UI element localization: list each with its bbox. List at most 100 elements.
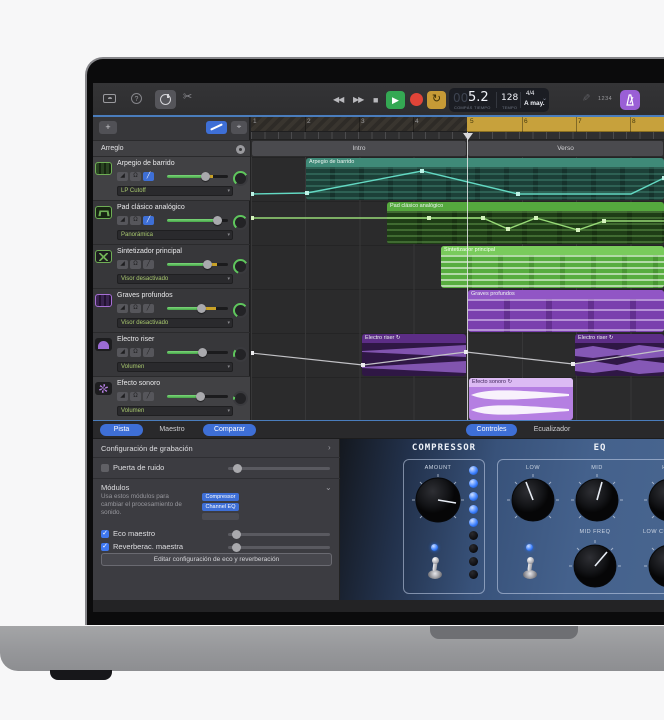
volume-slider[interactable] <box>167 395 228 398</box>
edit-echo-reverb-button[interactable]: Editar configuración de eco y reverberac… <box>101 553 332 566</box>
automation-button[interactable]: ╱ <box>143 260 154 269</box>
master-reverb-slider[interactable] <box>228 546 330 549</box>
record-button[interactable] <box>410 93 423 106</box>
mute-button[interactable]: ◢ <box>117 392 128 401</box>
mute-button[interactable]: ◢ <box>117 216 128 225</box>
arrangement-marker-intro[interactable]: Intro <box>252 141 466 156</box>
measure-number: 6 <box>524 118 528 125</box>
volume-slider[interactable] <box>167 307 228 310</box>
smart-controls-button[interactable] <box>155 90 176 109</box>
mute-button[interactable]: ◢ <box>117 304 128 313</box>
mid-knob[interactable] <box>570 473 624 527</box>
master-echo-checkbox[interactable]: ✓ <box>101 530 109 538</box>
playhead[interactable] <box>467 132 468 421</box>
count-in-button[interactable]: 1234 <box>598 96 612 102</box>
rewind-button[interactable]: ◀◀ <box>333 91 343 109</box>
automation-button[interactable]: ╱ <box>143 304 154 313</box>
pan-knob[interactable] <box>233 215 248 230</box>
playhead-marker[interactable] <box>463 133 473 140</box>
lcd-position: 5.2 <box>468 90 489 105</box>
chevron-down-icon[interactable]: ⌄ <box>325 483 332 492</box>
volume-slider[interactable] <box>167 219 228 222</box>
timeline[interactable]: 1 2 3 4 5 6 7 8 Intro Verso Arpegio de b… <box>251 117 664 421</box>
forward-button[interactable]: ▶▶ <box>353 91 363 109</box>
modules-section[interactable]: Módulos <box>101 483 129 492</box>
amount-knob[interactable] <box>411 473 465 527</box>
lcd-chevron-icon[interactable]: ⌄ <box>542 95 547 102</box>
ruler-ticks[interactable] <box>251 132 664 140</box>
solo-button[interactable]: Ω <box>130 172 141 181</box>
stop-button[interactable]: ■ <box>373 91 377 109</box>
cycle-button[interactable]: ↻ <box>427 91 446 109</box>
compressor-module-button[interactable]: Compressor <box>202 493 239 501</box>
volume-slider[interactable] <box>167 263 228 266</box>
track-row[interactable]: Arpegio de barrido ◢ Ω ╱ LP Cutoff▾ <box>93 157 250 201</box>
volume-slider[interactable] <box>167 175 228 178</box>
media-browser-icon[interactable] <box>103 94 116 103</box>
quick-help-icon[interactable]: ? <box>131 93 142 104</box>
editors-scissors-icon[interactable]: ✂ <box>183 92 192 102</box>
empty-module-slot[interactable] <box>202 513 239 520</box>
tab-pista[interactable]: Pista <box>100 424 143 436</box>
solo-button[interactable]: Ω <box>130 348 141 357</box>
automation-button[interactable]: ╱ <box>143 392 154 401</box>
tab-comparar[interactable]: Comparar <box>203 424 256 436</box>
automation-view-button[interactable] <box>206 121 227 134</box>
track-row[interactable]: Sintetizador principal ◢ Ω ╱ Visor desac… <box>93 245 250 289</box>
solo-button[interactable]: Ω <box>130 260 141 269</box>
automation-button[interactable]: ╱ <box>143 172 154 181</box>
metronome-button[interactable] <box>620 90 640 110</box>
pan-knob[interactable] <box>233 303 248 318</box>
high-knob[interactable] <box>643 473 664 527</box>
solo-button[interactable]: Ω <box>130 304 141 313</box>
pan-knob[interactable] <box>233 259 248 274</box>
arrangement-marker-verse[interactable]: Verso <box>468 141 663 156</box>
toolbar: ? ✂ ◀◀ ▶▶ ■ ▶ ↻ 00 5.2 COMPÁS TIEMPO 128… <box>93 83 664 116</box>
track-row[interactable]: Graves profundos ◢ Ω ╱ Visor desactivado… <box>93 289 250 333</box>
mid-freq-knob[interactable] <box>568 539 622 593</box>
solo-button[interactable]: Ω <box>130 392 141 401</box>
automation-param-dropdown[interactable]: Visor desactivado▾ <box>117 274 233 284</box>
automation-button[interactable]: ╱ <box>143 216 154 225</box>
automation-button[interactable]: ╱ <box>143 348 154 357</box>
master-echo-slider[interactable] <box>228 533 330 536</box>
automation-param-dropdown[interactable]: LP Cutoff▾ <box>117 186 233 196</box>
metronome-icon <box>620 90 640 110</box>
lcd-display[interactable]: 00 5.2 COMPÁS TIEMPO 128 TEMPO 4/4 A may… <box>449 88 549 112</box>
arrangement-track-row[interactable]: Arreglo <box>93 140 250 157</box>
noise-gate-slider[interactable] <box>228 467 330 470</box>
mute-button[interactable]: ◢ <box>117 260 128 269</box>
solo-button[interactable]: Ω <box>130 216 141 225</box>
add-track-button[interactable]: + <box>99 121 117 134</box>
catch-playhead-button[interactable]: ⌖ <box>231 121 247 134</box>
tab-controles[interactable]: Controles <box>466 424 517 436</box>
pencil-icon[interactable]: ✎ <box>580 93 591 101</box>
tab-maestro[interactable]: Maestro <box>148 424 196 436</box>
smart-controls-panel: COMPRESSOR EQ AMOUNT LOW <box>340 439 664 600</box>
tab-ecualizador[interactable]: Ecualizador <box>521 424 583 436</box>
track-icon-sfx <box>95 382 112 395</box>
volume-slider[interactable] <box>167 351 228 354</box>
play-button[interactable]: ▶ <box>386 91 405 109</box>
automation-param-dropdown[interactable]: Volumen▾ <box>117 362 233 372</box>
track-row[interactable]: Electro riser ◢ Ω ╱ Volumen▾ <box>93 333 250 377</box>
track-lanes[interactable]: Arpegio de barrido Pad clásico analógico… <box>251 157 664 421</box>
automation-param-dropdown[interactable]: Panorámica▾ <box>117 230 233 240</box>
noise-gate-checkbox[interactable] <box>101 464 109 472</box>
mute-button[interactable]: ◢ <box>117 348 128 357</box>
automation-param-dropdown[interactable]: Volumen▾ <box>117 406 233 416</box>
recording-settings-row[interactable]: Configuración de grabación <box>101 444 193 453</box>
track-row[interactable]: Efecto sonoro ◢ Ω ╱ Volumen▾ <box>93 377 250 421</box>
low-knob[interactable] <box>506 473 560 527</box>
arrangement-remove-icon[interactable] <box>236 145 245 154</box>
channel-eq-module-button[interactable]: Channel EQ <box>202 503 239 511</box>
pan-knob[interactable] <box>233 391 248 406</box>
mute-button[interactable]: ◢ <box>117 172 128 181</box>
pan-knob[interactable] <box>233 171 248 186</box>
track-row[interactable]: Pad clásico analógico ◢ Ω ╱ Panorámica▾ <box>93 201 250 245</box>
pan-knob[interactable] <box>233 347 248 362</box>
low-cut-knob[interactable] <box>643 539 664 593</box>
chevron-right-icon[interactable]: › <box>328 443 331 452</box>
automation-param-dropdown[interactable]: Visor desactivado▾ <box>117 318 233 328</box>
master-reverb-checkbox[interactable]: ✓ <box>101 543 109 551</box>
